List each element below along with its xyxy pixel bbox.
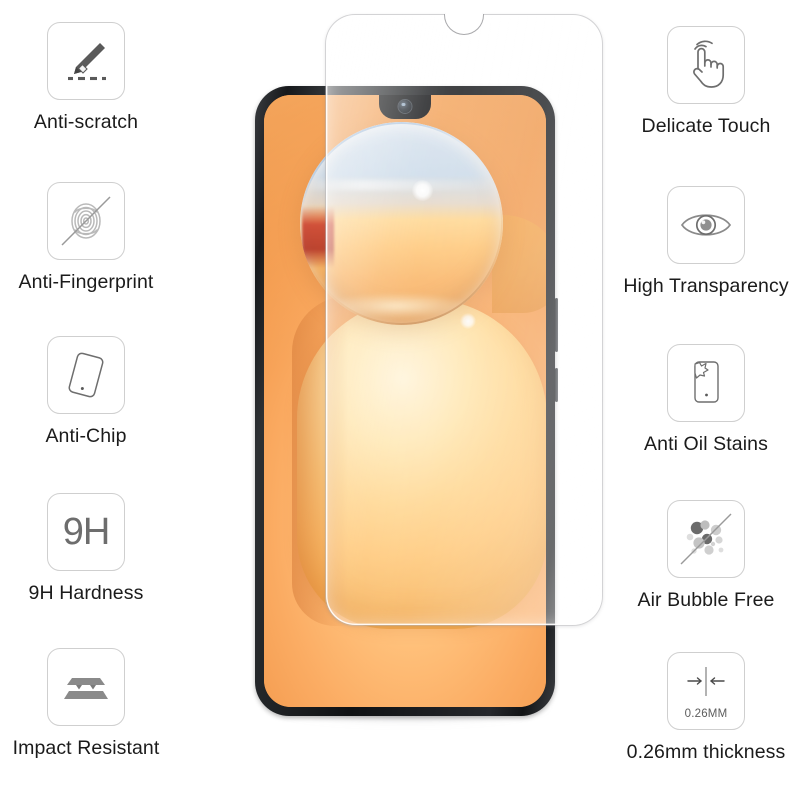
eye-icon xyxy=(680,214,732,236)
feature-label: Impact Resistant xyxy=(12,737,160,759)
left-feature-column: Anti-scratch Anti-Fingerprint Anti-Chip … xyxy=(0,0,200,800)
feature-anti-fingerprint[interactable]: Anti-Fingerprint xyxy=(0,182,186,293)
bubbles-blocked-icon-box xyxy=(667,500,745,578)
thickness-value-text: 0.26MM xyxy=(684,708,728,720)
stacked-layers-impact-icon-box xyxy=(47,648,125,726)
stacked-layers-impact-icon xyxy=(64,678,108,699)
right-feature-column: Delicate Touch High Transparency Anti Oi… xyxy=(600,0,800,800)
notch-cutout-mask xyxy=(446,12,482,16)
feature-label: Anti-Fingerprint xyxy=(18,271,154,293)
bubbles-blocked-icon xyxy=(680,513,732,565)
pen-scratch-icon xyxy=(68,43,106,81)
feature-high-transparency[interactable]: High Transparency xyxy=(606,186,800,297)
wallpaper-lower-blob xyxy=(292,296,546,629)
volume-button[interactable] xyxy=(554,298,558,352)
feature-label: Delicate Touch xyxy=(641,115,771,137)
front-camera-icon xyxy=(398,100,412,113)
pen-scratch-icon-box xyxy=(47,22,125,100)
hand-tap-icon-box xyxy=(667,26,745,104)
thickness-arrows-icon-box: 0.26MM xyxy=(667,652,745,730)
hardness-9h-icon-box: 9H xyxy=(47,493,125,571)
wallpaper-blob-highlight xyxy=(460,313,476,329)
feature-label: Anti-scratch xyxy=(33,111,139,133)
feature-label: High Transparency xyxy=(623,275,789,297)
feature-label: Anti-Chip xyxy=(45,425,127,447)
feature-label: 0.26mm thickness xyxy=(626,741,786,763)
camera-notch-cutout xyxy=(444,13,484,35)
feature-label: Anti Oil Stains xyxy=(644,433,768,455)
feature-air-bubble-free[interactable]: Air Bubble Free xyxy=(606,500,800,611)
hardness-9h-icon: 9H xyxy=(62,511,111,553)
thickness-arrows-icon xyxy=(687,667,725,696)
feature-thickness[interactable]: 0.26MM 0.26mm thickness xyxy=(606,652,800,763)
sphere-rim xyxy=(300,122,503,325)
feature-anti-scratch[interactable]: Anti-scratch xyxy=(0,22,186,133)
feature-anti-chip[interactable]: Anti-Chip xyxy=(0,336,186,447)
power-button[interactable] xyxy=(554,368,558,402)
feature-label: 9H Hardness xyxy=(28,582,144,604)
feature-anti-oil-stains[interactable]: Anti Oil Stains xyxy=(606,344,800,455)
phone-mockup xyxy=(255,86,558,724)
waterdrop-notch xyxy=(379,95,431,119)
hand-tap-icon xyxy=(693,40,725,88)
fingerprint-blocked-icon xyxy=(61,196,111,246)
feature-impact-resistant[interactable]: Impact Resistant xyxy=(0,648,186,759)
phone-oil-stain-icon-box xyxy=(667,344,745,422)
infographic-canvas: Anti-scratch Anti-Fingerprint Anti-Chip … xyxy=(0,0,800,800)
eye-icon-box xyxy=(667,186,745,264)
feature-label: Air Bubble Free xyxy=(637,589,775,611)
phone-screen xyxy=(264,95,546,707)
feature-9h-hardness[interactable]: 9H 9H Hardness xyxy=(0,493,186,604)
tilted-glass-panel-icon xyxy=(68,352,104,398)
fingerprint-blocked-icon-box xyxy=(47,182,125,260)
tilted-glass-panel-icon-box xyxy=(47,336,125,414)
phone-body xyxy=(255,86,555,716)
wallpaper-sphere xyxy=(300,122,503,325)
phone-oil-stain-icon xyxy=(694,361,719,403)
feature-delicate-touch[interactable]: Delicate Touch xyxy=(606,26,800,137)
